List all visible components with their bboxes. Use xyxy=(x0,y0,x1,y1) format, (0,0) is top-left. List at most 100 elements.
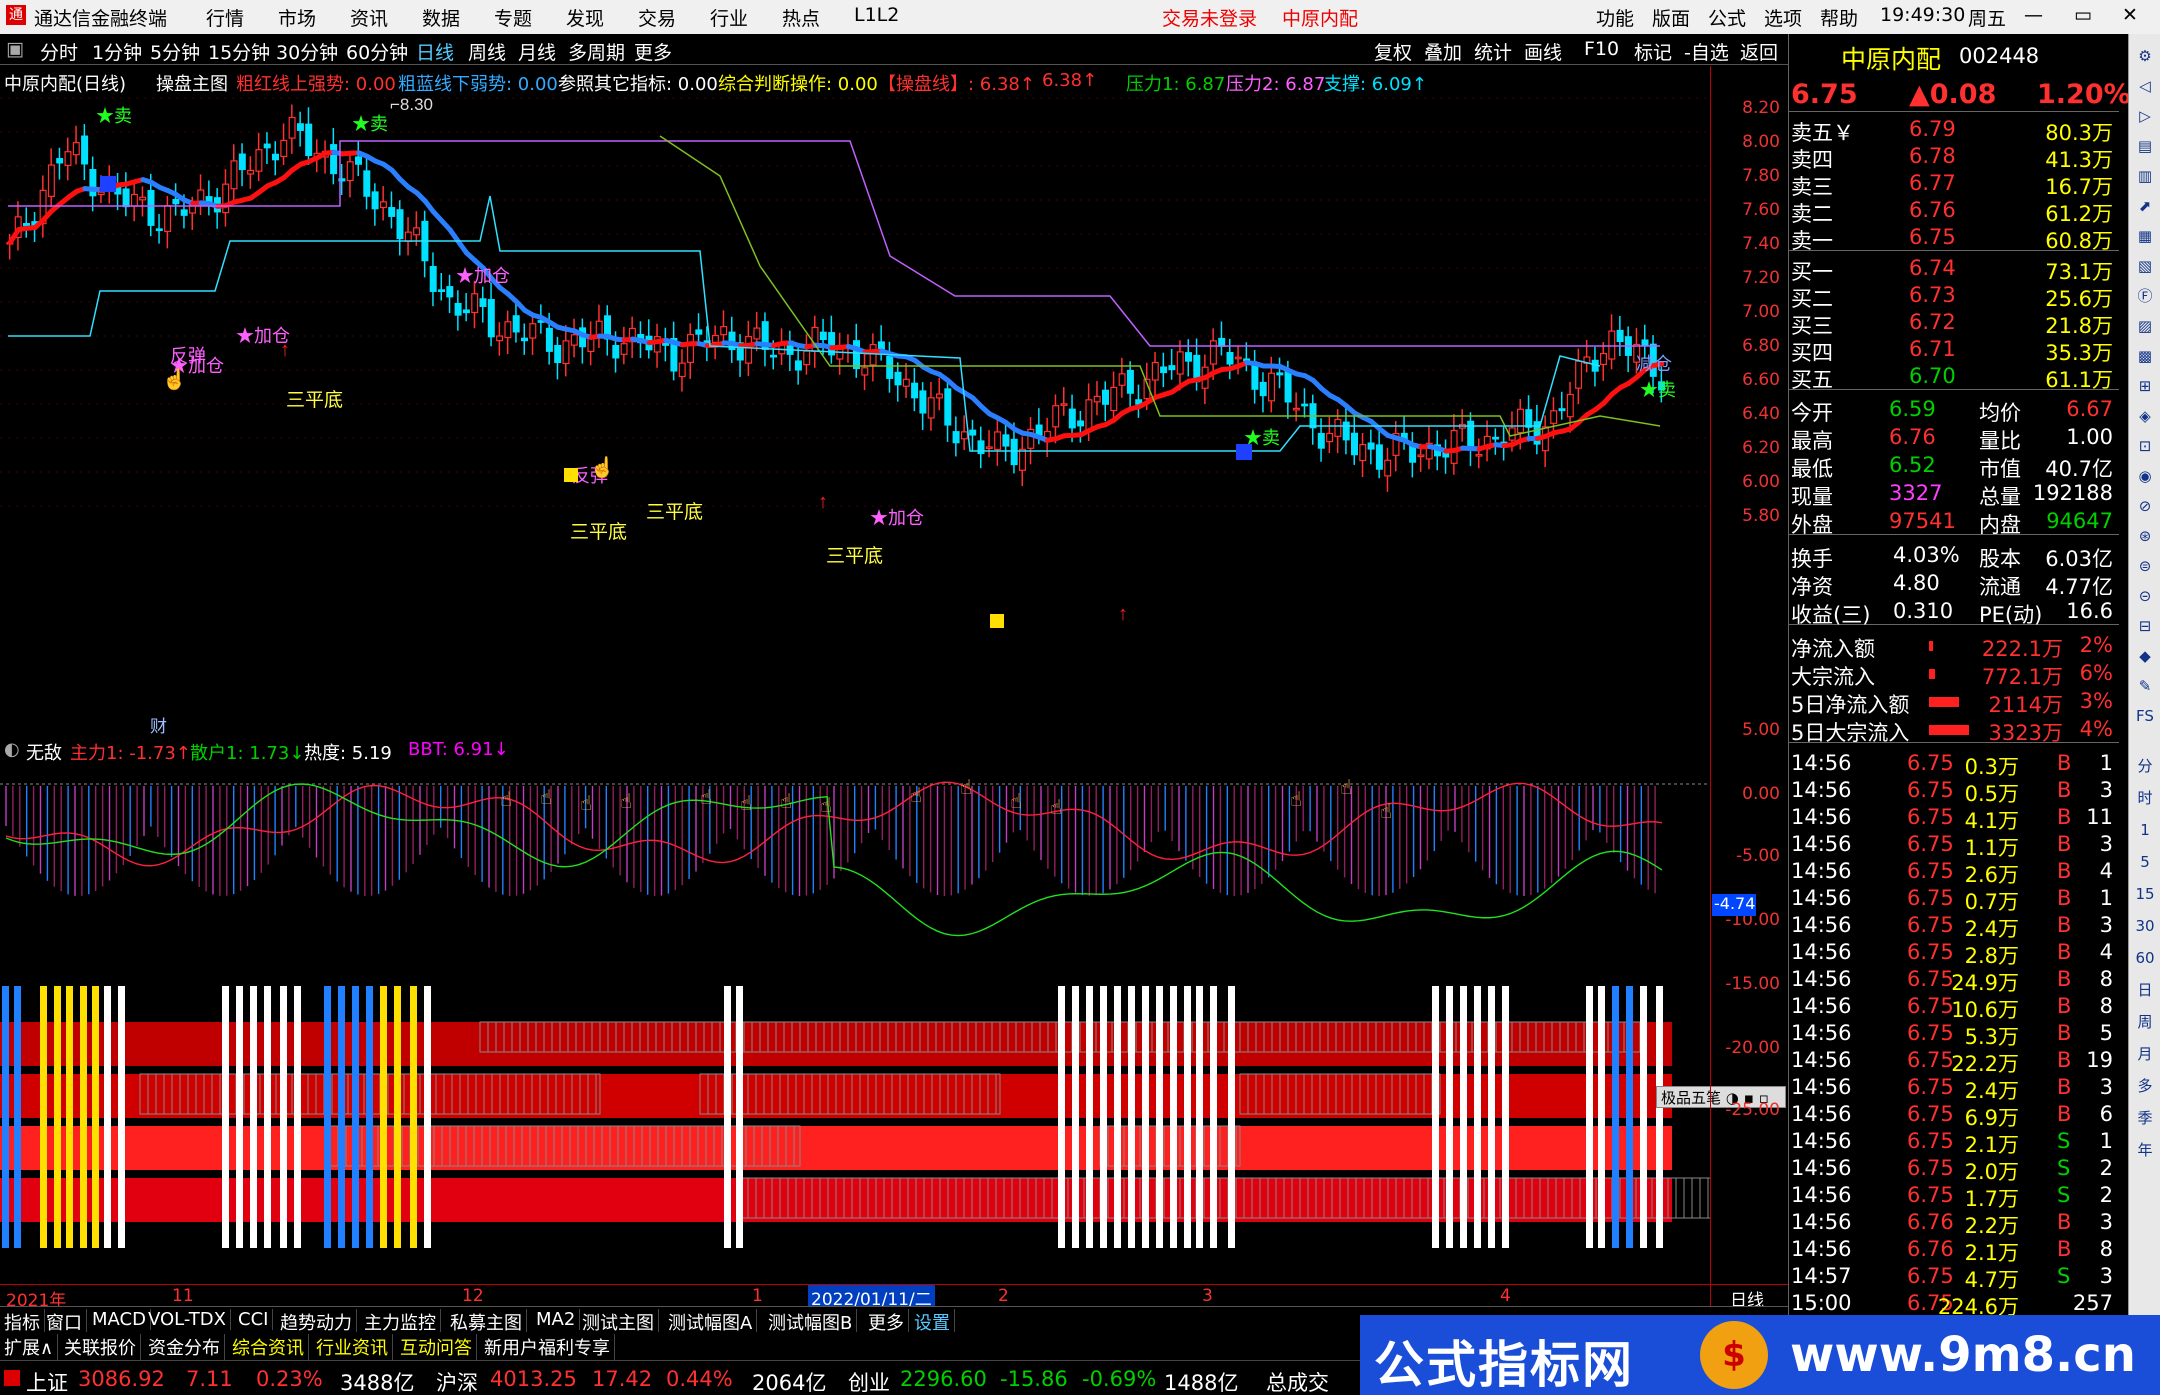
menu-item-redian[interactable]: 热点 xyxy=(782,4,820,31)
indicator-tab[interactable]: CCI xyxy=(238,1309,274,1330)
indicator-subchart[interactable]: ☝ ☝ ☝ ☝ ☝ ☝ ☝ ☝ ☝ ☝ ☝ ☝ ☝ ☝ ☝ xyxy=(0,764,1710,1304)
toolbar-tool-icon[interactable]: ▧ xyxy=(2133,254,2157,278)
toolbar-tool-icon[interactable]: ⊡ xyxy=(2133,434,2157,458)
period-monthly[interactable]: 月线 xyxy=(518,38,556,65)
indicator-tab[interactable]: VOL-TDX xyxy=(148,1309,231,1330)
toolbar-period-button[interactable]: 年 xyxy=(2133,1138,2157,1162)
toolbar-tool-icon[interactable]: ▩ xyxy=(2133,344,2157,368)
toolbar-period-button[interactable]: 15 xyxy=(2133,882,2157,906)
toolbar-tool-icon[interactable]: ⊜ xyxy=(2133,554,2157,578)
menu-item-bangzhu[interactable]: 帮助 xyxy=(1820,4,1858,31)
toolbar-tool-icon[interactable]: ⊘ xyxy=(2133,494,2157,518)
sub1-name[interactable]: 无敌 xyxy=(26,739,62,765)
tool-huaxian[interactable]: 画线 xyxy=(1524,38,1562,65)
extension-tab[interactable]: 综合资讯 xyxy=(232,1334,309,1360)
period-more[interactable]: 更多 xyxy=(634,38,672,65)
close-button[interactable]: ✕ xyxy=(2122,4,2138,26)
login-status[interactable]: 交易未登录 xyxy=(1162,4,1257,31)
extension-tab[interactable]: 行业资讯 xyxy=(316,1334,393,1360)
tool-tongji[interactable]: 统计 xyxy=(1474,38,1512,65)
extension-tab[interactable]: 关联报价 xyxy=(64,1334,141,1360)
period-1min[interactable]: 1分钟 xyxy=(92,38,142,65)
sz-amount: 2064亿 xyxy=(752,1371,827,1395)
toggle-icon[interactable]: ▣ xyxy=(6,38,24,60)
toolbar-period-button[interactable]: 季 xyxy=(2133,1106,2157,1130)
menu-item-hangqing[interactable]: 行情 xyxy=(206,4,244,31)
toolbar-tool-icon[interactable]: ⊛ xyxy=(2133,524,2157,548)
toolbar-tool-icon[interactable]: ▨ xyxy=(2133,314,2157,338)
tool-zixuan[interactable]: -自选 xyxy=(1684,38,1729,65)
date-label-12: 12 xyxy=(462,1286,484,1306)
toolbar-tool-icon[interactable]: ▦ xyxy=(2133,224,2157,248)
price-axis-tick: 6.20 xyxy=(1742,438,1780,458)
minimize-button[interactable]: — xyxy=(2024,4,2043,26)
period-weekly[interactable]: 周线 xyxy=(468,38,506,65)
tool-fanhui[interactable]: 返回 xyxy=(1740,38,1778,65)
toolbar-period-button[interactable]: 60 xyxy=(2133,946,2157,970)
toolbar-tool-icon[interactable]: ⊝ xyxy=(2133,584,2157,608)
tool-diejia[interactable]: 叠加 xyxy=(1424,38,1462,65)
menu-item-xuanxiang[interactable]: 选项 xyxy=(1764,4,1802,31)
brand-url[interactable]: www.9m8.cn xyxy=(1790,1327,2136,1383)
menu-item-shichang[interactable]: 市场 xyxy=(278,4,316,31)
sub1-toggle-icon[interactable]: ◐ xyxy=(4,739,20,760)
indicator-tab[interactable]: MA2 xyxy=(536,1309,581,1330)
period-60min[interactable]: 60分钟 xyxy=(346,38,408,65)
indicator-name[interactable]: 操盘主图 xyxy=(156,70,228,96)
tool-f10[interactable]: F10 xyxy=(1584,38,1619,60)
toolbar-tool-icon[interactable]: ◆ xyxy=(2133,644,2157,668)
toolbar-tool-icon[interactable]: ▷ xyxy=(2133,104,2157,128)
menu-item-zixun[interactable]: 资讯 xyxy=(350,4,388,31)
sh-label[interactable]: 上证 xyxy=(26,1367,68,1395)
menu-item-banmian[interactable]: 版面 xyxy=(1652,4,1690,31)
toolbar-period-button[interactable]: 5 xyxy=(2133,850,2157,874)
tick-time: 14:56 xyxy=(1791,1021,1852,1045)
sz-label[interactable]: 沪深 xyxy=(436,1367,478,1395)
extension-tab[interactable]: 互动问答 xyxy=(400,1334,477,1360)
toolbar-tool-icon[interactable]: ⬈ xyxy=(2133,194,2157,218)
menu-item-zhuanti[interactable]: 专题 xyxy=(494,4,532,31)
menu-item-l1l2[interactable]: L1L2 xyxy=(854,4,899,26)
toolbar-tool-icon[interactable]: Ⓕ xyxy=(2133,284,2157,308)
toolbar-tool-icon[interactable]: ⚙ xyxy=(2133,44,2157,68)
toolbar-tool-icon[interactable]: ⊟ xyxy=(2133,614,2157,638)
menu-item-faxian[interactable]: 发现 xyxy=(566,4,604,31)
toolbar-period-button[interactable]: 时 xyxy=(2133,786,2157,810)
toolbar-tool-icon[interactable]: ◁ xyxy=(2133,74,2157,98)
cy-label[interactable]: 创业 xyxy=(848,1367,890,1395)
tool-biaoji[interactable]: 标记 xyxy=(1634,38,1672,65)
menu-item-gongneng[interactable]: 功能 xyxy=(1596,4,1634,31)
menu-item-jiaoyi[interactable]: 交易 xyxy=(638,4,676,31)
toolbar-period-button[interactable]: 1 xyxy=(2133,818,2157,842)
restore-button[interactable]: ▭ xyxy=(2074,4,2092,26)
menu-item-hangye[interactable]: 行业 xyxy=(710,4,748,31)
toolbar-tool-icon[interactable]: ◈ xyxy=(2133,404,2157,428)
extension-tab[interactable]: 扩展∧ xyxy=(4,1334,59,1360)
toolbar-period-button[interactable]: 30 xyxy=(2133,914,2157,938)
toolbar-period-button[interactable]: 周 xyxy=(2133,1010,2157,1034)
indicator-tab[interactable]: MACD xyxy=(92,1309,151,1330)
extension-tab[interactable]: 资金分布 xyxy=(148,1334,225,1360)
toolbar-period-button[interactable]: 月 xyxy=(2133,1042,2157,1066)
candlestick-chart[interactable]: ★卖 ★卖⌐8.30★加仓★加仓★加仓反弹三平底三平底三平底三平底反弹★加仓★卖减… xyxy=(0,96,1710,736)
extension-tab[interactable]: 新用户福利专享 xyxy=(484,1334,615,1360)
period-fenshi[interactable]: 分时 xyxy=(40,38,78,65)
period-30min[interactable]: 30分钟 xyxy=(276,38,338,65)
period-multi[interactable]: 多周期 xyxy=(568,38,625,65)
toolbar-tool-icon[interactable]: ▤ xyxy=(2133,134,2157,158)
toolbar-period-button[interactable]: 分 xyxy=(2133,754,2157,778)
tool-fuquan[interactable]: 复权 xyxy=(1374,38,1412,65)
toolbar-tool-icon[interactable]: ⊞ xyxy=(2133,374,2157,398)
toolbar-tool-icon[interactable]: ▥ xyxy=(2133,164,2157,188)
toolbar-period-button[interactable]: 多 xyxy=(2133,1074,2157,1098)
period-daily[interactable]: 日线 xyxy=(416,38,454,65)
toolbar-tool-icon[interactable]: FS xyxy=(2133,704,2157,728)
tick-side: B xyxy=(2057,805,2072,829)
toolbar-tool-icon[interactable]: ✎ xyxy=(2133,674,2157,698)
menu-item-shuju[interactable]: 数据 xyxy=(422,4,460,31)
period-15min[interactable]: 15分钟 xyxy=(208,38,270,65)
menu-item-gongshi[interactable]: 公式 xyxy=(1708,4,1746,31)
period-5min[interactable]: 5分钟 xyxy=(150,38,200,65)
toolbar-tool-icon[interactable]: ◉ xyxy=(2133,464,2157,488)
toolbar-period-button[interactable]: 日 xyxy=(2133,978,2157,1002)
